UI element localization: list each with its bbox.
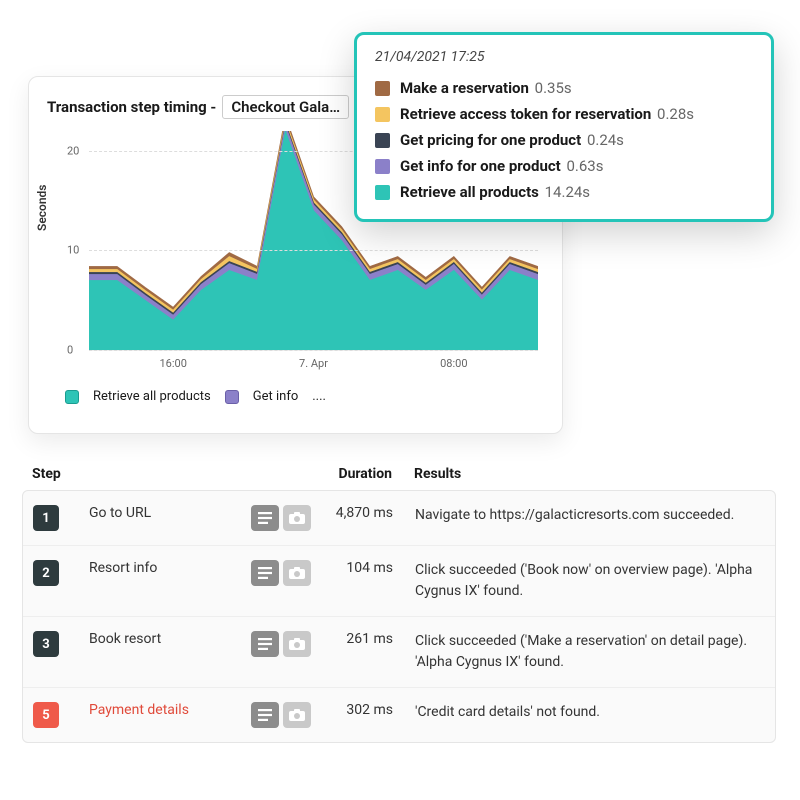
tooltip-series-name: Retrieve all products [400, 183, 539, 201]
tooltip-timestamp: 21/04/2021 17:25 [375, 49, 753, 65]
table-header: Step Duration Results [22, 458, 776, 490]
table-body: 1 Go to URL 4,870 ms Navigate to https:/… [22, 490, 776, 743]
step-result: Click succeeded ('Book now' on overview … [415, 560, 765, 602]
legend-label-2: Get info [253, 389, 299, 404]
y-axis-label: Seconds [35, 185, 49, 231]
th-duration: Duration [324, 466, 414, 482]
tooltip-swatch [375, 133, 390, 148]
step-name: Go to URL [89, 505, 151, 521]
tooltip-series-name: Get info for one product [400, 157, 561, 175]
step-name: Resort info [89, 560, 157, 576]
x-tick: 7. Apr [299, 357, 328, 370]
legend-label-1: Retrieve all products [93, 389, 211, 404]
step-result: Click succeeded ('Make a reservation' on… [415, 631, 765, 673]
log-icon[interactable] [251, 505, 279, 531]
legend-swatch-1 [65, 390, 79, 404]
steps-table: Step Duration Results 1 Go to URL 4,870 … [22, 458, 776, 743]
table-row[interactable]: 1 Go to URL 4,870 ms Navigate to https:/… [23, 491, 775, 545]
table-row[interactable]: 2 Resort info 104 ms Click succeeded ('B… [23, 545, 775, 616]
table-row[interactable]: 5 Payment details 302 ms 'Credit card de… [23, 687, 775, 742]
tooltip-series-value: 0.63s [566, 157, 603, 175]
th-results: Results [414, 466, 766, 482]
step-duration: 104 ms [325, 560, 415, 576]
tooltip-swatch [375, 107, 390, 122]
title-prefix: Transaction step timing - [47, 98, 216, 116]
transaction-select[interactable]: Checkout Gala… [222, 95, 349, 119]
tooltip-series-value: 0.24s [587, 131, 624, 149]
grid-line [89, 250, 538, 251]
tooltip-row: Make a reservation 0.35s [375, 75, 753, 101]
tooltip-swatch [375, 81, 390, 96]
step-duration: 302 ms [325, 702, 415, 718]
grid-line [89, 350, 538, 351]
step-name: Payment details [89, 702, 189, 718]
step-number: 2 [33, 560, 59, 586]
step-number: 5 [33, 702, 59, 728]
tooltip-swatch [375, 159, 390, 174]
tooltip-rows: Make a reservation 0.35s Retrieve access… [375, 75, 753, 205]
table-row[interactable]: 3 Book resort 261 ms Click succeeded ('M… [23, 616, 775, 687]
chart-tooltip: 21/04/2021 17:25 Make a reservation 0.35… [354, 32, 774, 222]
tooltip-series-name: Make a reservation [400, 79, 529, 97]
tooltip-series-name: Get pricing for one product [400, 131, 581, 149]
tooltip-row: Get pricing for one product 0.24s [375, 127, 753, 153]
step-duration: 261 ms [325, 631, 415, 647]
tooltip-row: Retrieve access token for reservation 0.… [375, 101, 753, 127]
y-tick: 10 [67, 244, 79, 257]
tooltip-series-value: 14.24s [545, 183, 590, 201]
log-icon[interactable] [251, 631, 279, 657]
step-number: 3 [33, 631, 59, 657]
log-icon[interactable] [251, 560, 279, 586]
legend-more[interactable]: .... [312, 389, 326, 404]
log-icon[interactable] [251, 702, 279, 728]
th-step: Step [32, 466, 88, 482]
step-name: Book resort [89, 631, 161, 647]
tooltip-series-name: Retrieve access token for reservation [400, 105, 651, 123]
legend: Retrieve all products Get info .... [47, 389, 544, 404]
tooltip-series-value: 0.28s [657, 105, 694, 123]
x-tick: 08:00 [440, 357, 467, 370]
x-axis: 16:00 7. Apr 08:00 [89, 357, 538, 371]
legend-swatch-2 [225, 390, 239, 404]
step-result: 'Credit card details' not found. [415, 702, 765, 723]
tooltip-swatch [375, 185, 390, 200]
step-result: Navigate to https://galacticresorts.com … [415, 505, 765, 526]
screenshot-icon[interactable] [283, 505, 311, 531]
screenshot-icon[interactable] [283, 560, 311, 586]
y-tick: 0 [67, 344, 73, 357]
screenshot-icon[interactable] [283, 631, 311, 657]
tooltip-row: Retrieve all products 14.24s [375, 179, 753, 205]
step-number: 1 [33, 505, 59, 531]
x-tick: 16:00 [159, 357, 186, 370]
tooltip-series-value: 0.35s [535, 79, 572, 97]
tooltip-row: Get info for one product 0.63s [375, 153, 753, 179]
y-tick: 20 [67, 144, 79, 157]
screenshot-icon[interactable] [283, 702, 311, 728]
step-duration: 4,870 ms [325, 505, 415, 521]
